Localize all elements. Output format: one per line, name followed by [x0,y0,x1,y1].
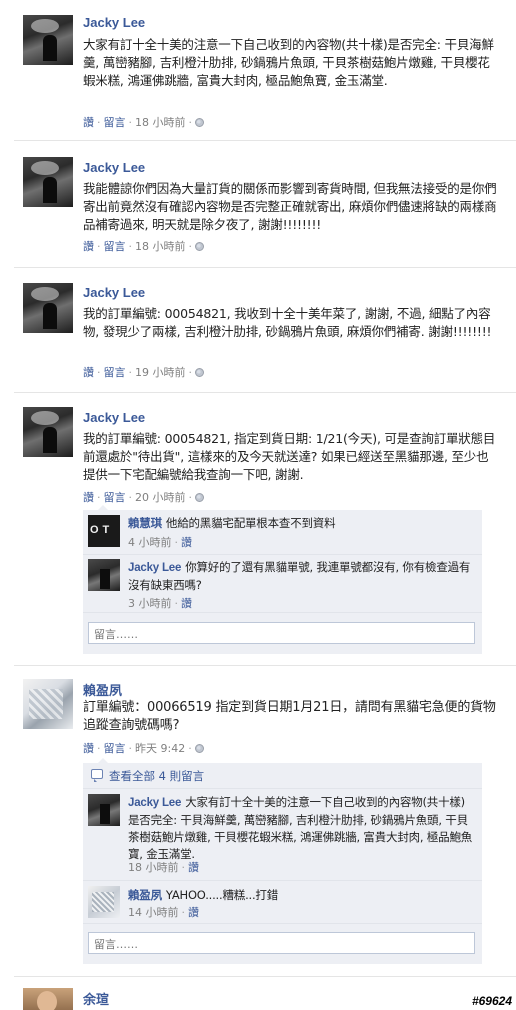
comment-text: Jacky Lee 你算好的了還有黑貓單號, 我連單號都沒有, 你有檢查過有沒有缺… [128,559,474,594]
comment-author-link[interactable]: Jacky Lee [128,797,181,809]
post: 余瑄 [0,977,516,1010]
privacy-globe-icon[interactable] [195,493,204,502]
post: Jacky Lee 我能體諒你們因為大量訂貨的關係而影響到寄貨時間, 但我無法接… [0,141,516,267]
comment-input[interactable]: 留言…… [88,932,475,954]
comment-avatar[interactable] [88,559,120,591]
timestamp[interactable]: 20 小時前 [135,491,186,504]
comment-timestamp[interactable]: 14 小時前 [128,906,179,919]
post: 賴盈夙 訂單編號：00066519 指定到貨日期1月21日，請問有黑貓宅急便的貨… [0,666,516,976]
author-avatar[interactable] [23,15,73,65]
author-name-link[interactable]: 賴盈夙 [83,680,122,699]
privacy-globe-icon[interactable] [195,118,204,127]
privacy-globe-icon[interactable] [195,368,204,377]
comment-link[interactable]: 留言 [104,491,126,504]
comment-meta: 18 小時前 · 讚 [128,861,199,874]
comment-link[interactable]: 留言 [104,366,126,379]
post-message: 大家有訂十全十美的注意一下自己收到的內容物(共十樣)是否完全: 干貝海鮮羹, 萬… [83,37,494,88]
like-link[interactable]: 讚 [83,491,94,504]
comment-link[interactable]: 留言 [104,240,126,253]
like-link[interactable]: 讚 [83,240,94,253]
post-message: 我的訂單編號: 00054821, 我收到十全十美年菜了, 謝謝, 不過, 細點… [83,306,492,339]
comment-body: YAHOO.....糟糕...打錯 [165,888,279,902]
comment-like-link[interactable]: 讚 [188,861,199,874]
post-message: 我能體諒你們因為大量訂貨的關係而影響到寄貨時間, 但我無法接受的是你們寄出前竟然… [83,181,497,232]
comment-avatar[interactable] [88,515,120,547]
comment-author-link[interactable]: 賴慧琪 [128,518,162,530]
comment-box: 查看全部 4 則留言 Jacky Lee 大家有訂十全十美的注意一下自己收到的內容… [83,763,482,964]
comment-meta: 3 小時前 · 讚 [128,597,192,610]
comment: 賴盈夙 YAHOO.....糟糕...打錯 14 小時前 · 讚 [83,880,482,922]
author-name-link[interactable]: Jacky Lee [83,410,145,425]
privacy-globe-icon[interactable] [195,242,204,251]
comment: Jacky Lee 你算好的了還有黑貓單號, 我連單號都沒有, 你有檢查過有沒有缺… [83,554,482,611]
comment-body: 他給的黑貓宅配單根本查不到資料 [165,516,336,530]
comment-compose-row: 留言…… [83,923,482,964]
comment-text: Jacky Lee 大家有訂十全十美的注意一下自己收到的內容物(共十樣)是否完全:… [128,794,474,863]
post-meta: 讚 · 留言 · 昨天 9:42 · [83,740,204,756]
comment-timestamp[interactable]: 18 小時前 [128,861,179,874]
author-name-link[interactable]: Jacky Lee [83,15,145,30]
timestamp[interactable]: 19 小時前 [135,366,186,379]
author-avatar[interactable] [23,407,73,457]
post: Jacky Lee 我的訂單編號: 00054821, 我收到十全十美年菜了, … [0,268,516,392]
timestamp[interactable]: 18 小時前 [135,116,186,129]
post-meta: 讚 · 留言 · 20 小時前 · [83,489,204,505]
post: Jacky Lee 大家有訂十全十美的注意一下自己收到的內容物(共十樣)是否完全… [0,0,516,140]
watermark: #69624 [471,994,512,1008]
author-name-link[interactable]: 余瑄 [83,989,109,1008]
post-meta: 讚 · 留言 · 18 小時前 · [83,238,204,254]
comment-link[interactable]: 留言 [104,116,126,129]
author-avatar[interactable] [23,157,73,207]
comment-avatar[interactable] [88,794,120,826]
comment-box: 賴慧琪他給的黑貓宅配單根本查不到資料 4 小時前·讚 Jacky Lee你算好的… [83,510,482,654]
comment-link[interactable]: 留言 [104,742,126,755]
author-avatar[interactable] [23,988,73,1010]
comment-meta: 14 小時前 · 讚 [128,906,199,919]
comment-like-link[interactable]: 讚 [181,536,192,549]
privacy-globe-icon[interactable] [194,744,204,753]
comment-timestamp[interactable]: 4 小時前 [128,536,172,549]
timestamp[interactable]: 昨天 9:42 [135,742,185,755]
author-name-link[interactable]: Jacky Lee [83,160,145,175]
comment-avatar[interactable] [88,886,120,918]
view-all-comments-link[interactable]: 查看全部 4 則留言 [83,763,482,787]
comment-author-link[interactable]: Jacky Lee [128,562,181,574]
post-message: 訂單編號：00066519 指定到貨日期1月21日，請問有黑貓宅急便的貨物追蹤查… [83,700,496,733]
author-name-link[interactable]: Jacky Lee [83,285,145,300]
comment-timestamp[interactable]: 3 小時前 [128,597,172,610]
timestamp[interactable]: 18 小時前 [135,240,186,253]
comment-bubble-icon [91,769,103,782]
post-meta: 讚 · 留言 · 19 小時前 · [83,364,204,380]
comment-like-link[interactable]: 讚 [181,597,192,610]
post: Jacky Lee 我的訂單編號: 00054821, 指定到貨日期: 1/21… [0,393,516,665]
like-link[interactable]: 讚 [83,116,94,129]
comment-like-link[interactable]: 讚 [188,906,199,919]
post-message: 我的訂單編號: 00054821, 指定到貨日期: 1/21(今天), 可是查詢… [83,431,496,482]
like-link[interactable]: 讚 [83,742,94,755]
comment: 賴慧琪他給的黑貓宅配單根本查不到資料 4 小時前·讚 [83,510,482,553]
comment-text: 賴盈夙 YAHOO.....糟糕...打錯 [128,887,474,905]
view-all-label[interactable]: 查看全部 4 則留言 [109,769,204,783]
post-meta: 讚 · 留言 · 18 小時前 · [83,114,204,130]
like-link[interactable]: 讚 [83,366,94,379]
comment-author-link[interactable]: 賴盈夙 [128,890,162,902]
comment-compose-row: 留言…… [83,612,482,654]
comment-text: 賴慧琪 他給的黑貓宅配單根本查不到資料 [128,515,474,533]
comment: Jacky Lee 大家有訂十全十美的注意一下自己收到的內容物(共十樣)是否完全:… [83,788,482,879]
author-avatar[interactable] [23,283,73,333]
author-avatar[interactable] [23,679,73,729]
comment-input[interactable]: 留言…… [88,622,475,644]
comment-meta: 4 小時前 · 讚 [128,536,192,549]
